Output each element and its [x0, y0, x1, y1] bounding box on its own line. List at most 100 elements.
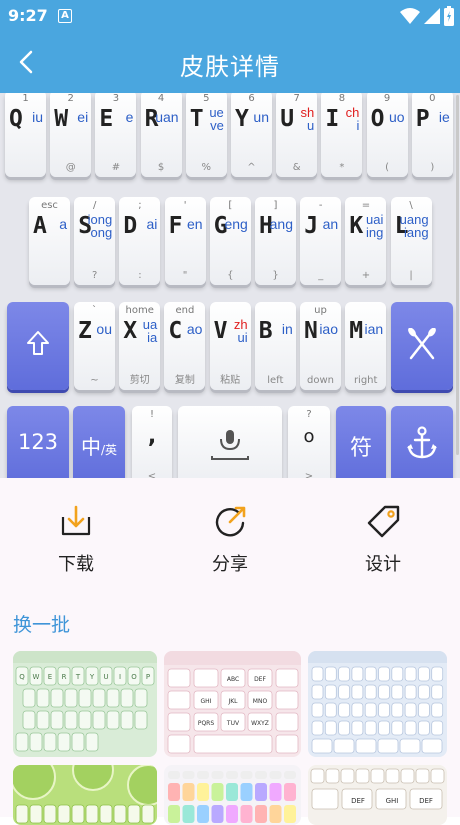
mini-key — [43, 732, 57, 752]
download-button[interactable]: 下载 — [31, 504, 121, 576]
mini-key-label: DEF — [419, 797, 433, 805]
mini-key — [120, 710, 134, 730]
mini-key — [351, 684, 364, 700]
mini-key-label: ABC — [227, 676, 239, 683]
green-keyboard-art: QWE RTYU I O P — [13, 651, 157, 752]
key-pinyin: un — [253, 109, 269, 125]
key-top-label: ' — [183, 200, 187, 211]
skin-thumbnail-rainbow[interactable] — [164, 765, 301, 825]
language-key: 中/英 — [73, 406, 125, 478]
recommend-section: 换一批 QWE RTYU I O P ABC DEF GHI JKL MNO PQRS TUV WXY… — [0, 598, 460, 825]
key-letter: Q — [9, 106, 23, 132]
refresh-batch-link[interactable]: 换一批 — [13, 610, 70, 637]
key-top-label: ` — [92, 305, 97, 316]
key-bottom-label: : — [138, 270, 142, 281]
key-bottom-label: % — [201, 162, 212, 173]
mini-side-key — [275, 712, 299, 732]
mini-key — [211, 783, 224, 801]
skin-thumbnail-cartoon[interactable]: DEF GHI DEF — [308, 765, 447, 825]
mini-key — [333, 738, 355, 754]
key-letter: Y — [235, 106, 249, 132]
mini-key — [134, 688, 148, 708]
key-bottom-label: ( — [385, 162, 390, 173]
key-top-label: esc — [41, 200, 58, 211]
language-key-sub: /英 — [100, 443, 118, 457]
mini-key — [351, 702, 364, 718]
crossed-oars-icon — [408, 328, 436, 360]
mini-key-label: DEF — [351, 797, 365, 805]
mini-key — [391, 666, 404, 682]
mini-key — [404, 702, 417, 718]
mini-key — [431, 684, 444, 700]
key-s: / Siong ong? — [74, 197, 116, 285]
mini-key — [106, 710, 120, 730]
key-top-label: 6 — [248, 93, 255, 104]
mini-key — [211, 805, 224, 823]
key-o: 9 Ouo ( — [366, 93, 408, 177]
design-label: 设计 — [365, 554, 401, 575]
key-letter: W — [54, 106, 69, 132]
mini-key — [415, 768, 430, 784]
key-pinyin: uai ing — [366, 212, 384, 240]
page-scrollbar[interactable] — [456, 95, 459, 455]
key-letter: D — [123, 213, 138, 239]
mini-key — [378, 702, 390, 718]
key-c: end Cao 复制 — [164, 302, 206, 390]
key-top-label: 4 — [157, 93, 165, 104]
mini-key — [421, 738, 443, 754]
key-g: [Geng{ — [209, 197, 251, 285]
key-i: 8 Ich i * — [321, 93, 363, 177]
mini-key — [57, 732, 71, 752]
key-top-label: ] — [273, 200, 278, 211]
space-key — [178, 406, 282, 478]
share-button[interactable]: 分享 — [185, 504, 275, 576]
mini-key — [377, 738, 399, 754]
design-button[interactable]: 设计 — [338, 504, 428, 576]
mini-key — [85, 804, 99, 824]
key-top-label: home — [125, 305, 154, 316]
mini-top-key — [168, 771, 180, 779]
mini-key — [338, 702, 351, 718]
key-letter: Z — [78, 318, 92, 344]
mini-key — [355, 738, 377, 754]
mini-key — [355, 768, 370, 784]
mini-key — [197, 805, 209, 823]
mini-key-letter: E — [48, 673, 52, 681]
mini-key — [240, 805, 253, 823]
mini-key-letter: T — [75, 673, 81, 681]
key-pinyin: uan — [155, 109, 179, 125]
key-pinyin: e — [125, 109, 134, 125]
mini-top-key — [269, 771, 282, 779]
mini-key — [50, 688, 64, 708]
mini-key — [311, 702, 324, 718]
key-pinyin: ian — [364, 321, 384, 337]
mini-key — [71, 732, 85, 752]
mini-key — [338, 666, 351, 682]
key-z: ` Zou ~ — [74, 302, 115, 390]
key-pinyin: ie — [438, 109, 450, 125]
skin-thumbnail-green[interactable]: QWE RTYU I O P — [13, 651, 157, 757]
mini-key-letter: I — [119, 673, 121, 681]
mini-key — [50, 710, 64, 730]
page-title: 皮肤详情 — [180, 53, 280, 81]
key-bottom-label: * — [339, 162, 345, 173]
key-top-label: end — [175, 305, 195, 316]
mini-key — [391, 720, 404, 736]
key-pinyin: ua ia — [142, 317, 158, 345]
key-h: ] Hang} — [255, 197, 296, 285]
mini-key — [22, 688, 36, 708]
mini-key-label: TUV — [226, 720, 240, 727]
mini-key-label: PQRS — [198, 720, 215, 727]
mini-side-key — [275, 668, 299, 688]
key-pinyin: in — [281, 321, 293, 337]
key-letter: E — [99, 106, 114, 132]
key-letter: K — [349, 213, 364, 239]
mini-key — [85, 732, 99, 752]
skin-thumbnail-lime[interactable] — [13, 765, 157, 825]
mini-key — [418, 720, 430, 736]
mini-key — [404, 666, 417, 682]
mini-key — [120, 688, 134, 708]
skin-thumbnail-blue[interactable] — [308, 651, 447, 757]
shift-key — [7, 302, 69, 390]
skin-thumbnail-pink[interactable]: ABC DEF GHI JKL MNO PQRS TUV WXYZ — [164, 651, 301, 757]
